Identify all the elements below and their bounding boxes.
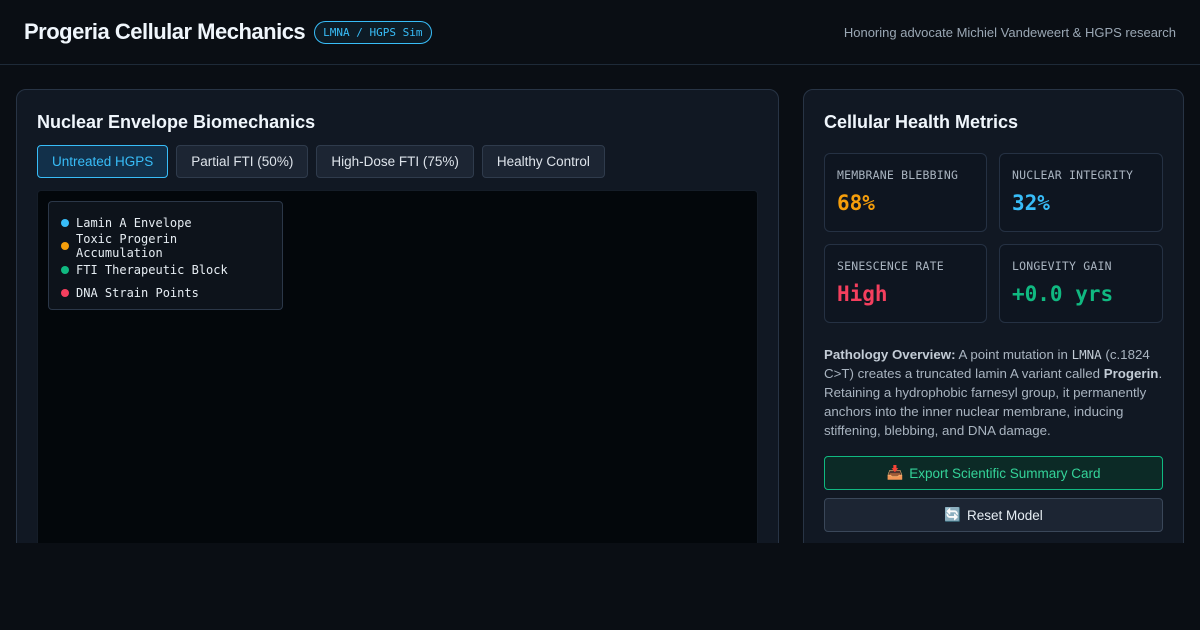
- legend-label: Lamin A Envelope: [76, 215, 192, 230]
- pathology-overview: Pathology Overview: A point mutation in …: [824, 345, 1164, 440]
- tab-partial-fti[interactable]: Partial FTI (50%): [176, 145, 309, 178]
- legend-item-dna-strain: DNA Strain Points: [61, 282, 270, 306]
- overview-gene: LMNA: [1071, 347, 1102, 362]
- legend-item-fti-block: FTI Therapeutic Block: [61, 258, 270, 282]
- legend-swatch-lamin-a: [61, 218, 69, 227]
- export-button-label: Export Scientific Summary Card: [909, 465, 1101, 481]
- reset-model-button[interactable]: 🔄 Reset Model: [824, 498, 1163, 532]
- metric-value: High: [837, 282, 888, 306]
- legend-swatch-progerin: [61, 242, 69, 251]
- biomechanics-panel-title: Nuclear Envelope Biomechanics: [37, 112, 316, 132]
- reset-button-label: Reset Model: [967, 507, 1043, 523]
- legend-label: FTI Therapeutic Block: [76, 262, 228, 277]
- inbox-tray-icon: 📥: [886, 465, 904, 480]
- metric-label: NUCLEAR INTEGRITY: [1012, 168, 1134, 182]
- main-stage: Nuclear Envelope Biomechanics Untreated …: [0, 65, 1200, 543]
- overview-text: A point mutation in: [955, 347, 1072, 362]
- refresh-icon: 🔄: [944, 507, 961, 522]
- metric-card-senescence-rate: SENESCENCE RATE High: [824, 244, 987, 323]
- legend-swatch-fti-block: [61, 265, 69, 274]
- legend-item-lamin-a: Lamin A Envelope: [61, 211, 270, 235]
- tab-untreated-hgps[interactable]: Untreated HGPS: [37, 145, 169, 178]
- metric-value: 68%: [837, 191, 875, 215]
- metric-label: SENESCENCE RATE: [837, 259, 944, 273]
- health-metrics-title: Cellular Health Metrics: [824, 112, 1019, 132]
- tab-healthy-control[interactable]: Healthy Control: [481, 145, 605, 178]
- health-metrics-panel: Cellular Health Metrics MEMBRANE BLEBBIN…: [803, 89, 1184, 543]
- metric-label: LONGEVITY GAIN: [1012, 259, 1112, 273]
- legend-label: Toxic Progerin Accumulation: [76, 232, 178, 261]
- app-title: Progeria Cellular Mechanics: [24, 19, 306, 44]
- legend-label: DNA Strain Points: [76, 286, 199, 301]
- app-header: Progeria Cellular Mechanics LMNA / HGPS …: [0, 0, 1200, 65]
- visualization-legend: Lamin A Envelope Toxic Progerin Accumula…: [48, 201, 283, 310]
- metrics-grid: MEMBRANE BLEBBING 68% NUCLEAR INTEGRITY …: [824, 153, 1163, 323]
- metric-card-membrane-blebbing: MEMBRANE BLEBBING 68%: [824, 153, 987, 232]
- metric-value: 32%: [1012, 191, 1050, 215]
- header-tagline: Honoring advocate Michiel Vandeweert & H…: [843, 24, 1176, 40]
- treatment-tabs: Untreated HGPS Partial FTI (50%) High-Do…: [37, 145, 605, 178]
- legend-swatch-dna-strain: [61, 289, 69, 298]
- model-badge: LMNA / HGPS Sim: [314, 20, 432, 44]
- overview-heading: Pathology Overview:: [824, 347, 956, 362]
- metric-card-nuclear-integrity: NUCLEAR INTEGRITY 32%: [999, 153, 1163, 232]
- nucleus-visualization-canvas[interactable]: Lamin A Envelope Toxic Progerin Accumula…: [37, 190, 758, 543]
- biomechanics-panel: Nuclear Envelope Biomechanics Untreated …: [16, 89, 779, 543]
- metric-label: MEMBRANE BLEBBING: [837, 168, 959, 182]
- brand: Progeria Cellular Mechanics LMNA / HGPS …: [24, 19, 432, 45]
- legend-item-progerin: Toxic Progerin Accumulation: [61, 232, 270, 261]
- tab-high-dose-fti[interactable]: High-Dose FTI (75%): [316, 145, 474, 178]
- metric-card-longevity-gain: LONGEVITY GAIN +0.0 yrs: [999, 244, 1163, 323]
- overview-protein: Progerin: [1103, 366, 1159, 381]
- export-summary-button[interactable]: 📥 Export Scientific Summary Card: [824, 456, 1163, 490]
- metric-value: +0.0 yrs: [1012, 282, 1114, 306]
